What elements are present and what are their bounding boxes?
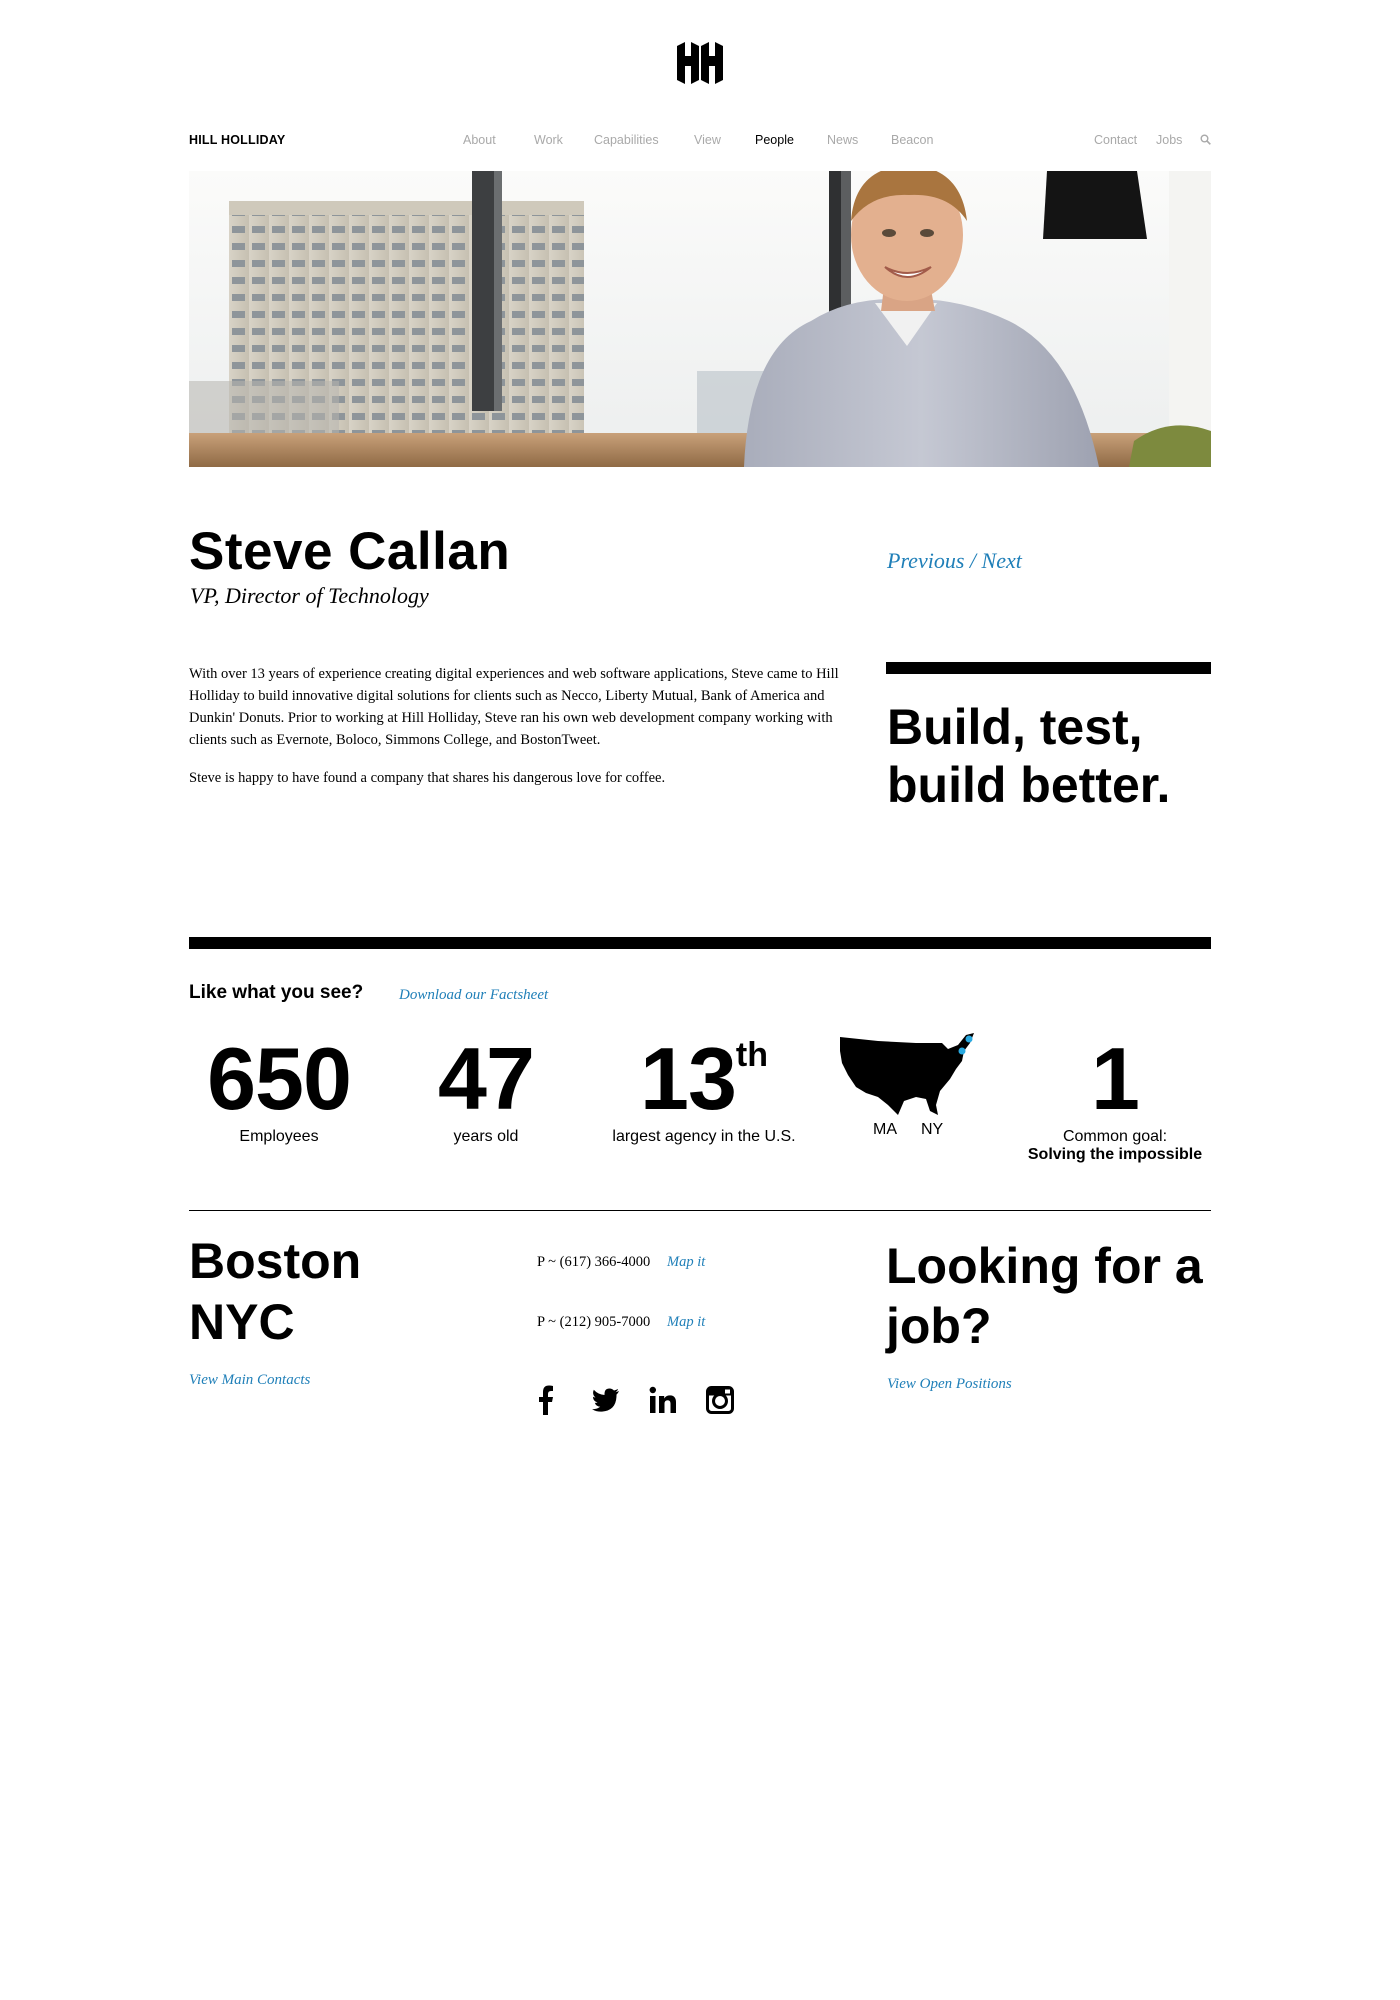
nav-item-beacon[interactable]: Beacon bbox=[891, 133, 933, 147]
person-title: VP, Director of Technology bbox=[190, 583, 429, 608]
view-main-contacts-link[interactable]: View Main Contacts bbox=[189, 1372, 310, 1389]
hh-logo-icon[interactable] bbox=[673, 42, 727, 84]
nav-item-capabilities[interactable]: Capabilities bbox=[594, 133, 659, 147]
main-nav: HILL HOLLIDAY About Work Capabilities Vi… bbox=[189, 130, 1211, 152]
nav-item-jobs[interactable]: Jobs bbox=[1156, 133, 1182, 147]
stat-label: largest agency in the U.S. bbox=[612, 1128, 796, 1145]
hero-portrait-image bbox=[189, 171, 1211, 467]
map-it-nyc-link[interactable]: Map it bbox=[667, 1314, 705, 1331]
section-divider bbox=[189, 937, 1211, 949]
map-label-ny: NY bbox=[921, 1121, 944, 1138]
stat-employees: 650 Employees bbox=[189, 1035, 369, 1146]
stat-number: 1 bbox=[1091, 1029, 1140, 1128]
quote-divider bbox=[886, 662, 1211, 674]
phone-boston: P ~ (617) 366-4000 bbox=[537, 1254, 651, 1270]
stat-common-goal: 1 Common goal: Solving the impossible bbox=[1008, 1035, 1222, 1164]
stat-number: 47 bbox=[438, 1029, 535, 1128]
stat-years: 47 years old bbox=[406, 1035, 566, 1146]
person-quote: Build, test, build better. bbox=[887, 699, 1171, 813]
stat-ranking: 13th largest agency in the U.S. bbox=[594, 1035, 814, 1146]
map-it-boston-link[interactable]: Map it bbox=[667, 1254, 705, 1271]
nav-item-people[interactable]: People bbox=[755, 133, 794, 147]
search-icon[interactable] bbox=[1200, 134, 1211, 145]
city-nyc: NYC bbox=[189, 1294, 295, 1350]
person-bio: With over 13 years of experience creatin… bbox=[189, 663, 859, 805]
twitter-icon[interactable] bbox=[591, 1384, 621, 1416]
ma-marker bbox=[965, 1035, 973, 1043]
stat-label-bold: Solving the impossible bbox=[1027, 1146, 1203, 1163]
next-link[interactable]: Next bbox=[982, 548, 1022, 573]
stat-number: 13 bbox=[640, 1029, 737, 1128]
brand-link[interactable]: HILL HOLLIDAY bbox=[189, 133, 285, 147]
nav-item-view[interactable]: View bbox=[694, 133, 721, 147]
stat-suffix: th bbox=[735, 1036, 768, 1074]
facebook-icon[interactable] bbox=[531, 1384, 561, 1416]
stat-label: years old bbox=[453, 1128, 519, 1145]
job-heading: Looking for a job? bbox=[886, 1238, 1203, 1354]
nav-item-work[interactable]: Work bbox=[534, 133, 563, 147]
bio-paragraph: Steve is happy to have found a company t… bbox=[189, 770, 666, 786]
city-boston: Boston bbox=[189, 1233, 362, 1289]
footer-divider bbox=[189, 1210, 1211, 1211]
map-label-ma: MA bbox=[873, 1121, 897, 1138]
stat-label: Common goal: bbox=[1062, 1128, 1168, 1145]
phone-nyc: P ~ (212) 905-7000 bbox=[537, 1314, 651, 1330]
nav-item-about[interactable]: About bbox=[463, 133, 496, 147]
stat-label: Employees bbox=[239, 1128, 319, 1145]
prev-next-separator: / bbox=[969, 548, 977, 573]
us-map-icon bbox=[840, 1033, 974, 1115]
prev-next-nav: Previous / Next bbox=[887, 548, 1022, 574]
bio-paragraph: With over 13 years of experience creatin… bbox=[189, 666, 839, 748]
view-open-positions-link[interactable]: View Open Positions bbox=[887, 1376, 1012, 1393]
person-name: Steve Callan bbox=[189, 522, 511, 581]
nav-item-news[interactable]: News bbox=[827, 133, 858, 147]
nav-item-contact[interactable]: Contact bbox=[1094, 133, 1137, 147]
download-factsheet-link[interactable]: Download our Factsheet bbox=[399, 987, 548, 1004]
ny-marker bbox=[958, 1047, 966, 1055]
stats-heading: Like what you see? bbox=[189, 982, 364, 1003]
previous-link[interactable]: Previous bbox=[887, 548, 964, 573]
linkedin-icon[interactable] bbox=[648, 1384, 678, 1416]
stat-number: 650 bbox=[207, 1029, 352, 1128]
instagram-icon[interactable] bbox=[705, 1384, 735, 1416]
